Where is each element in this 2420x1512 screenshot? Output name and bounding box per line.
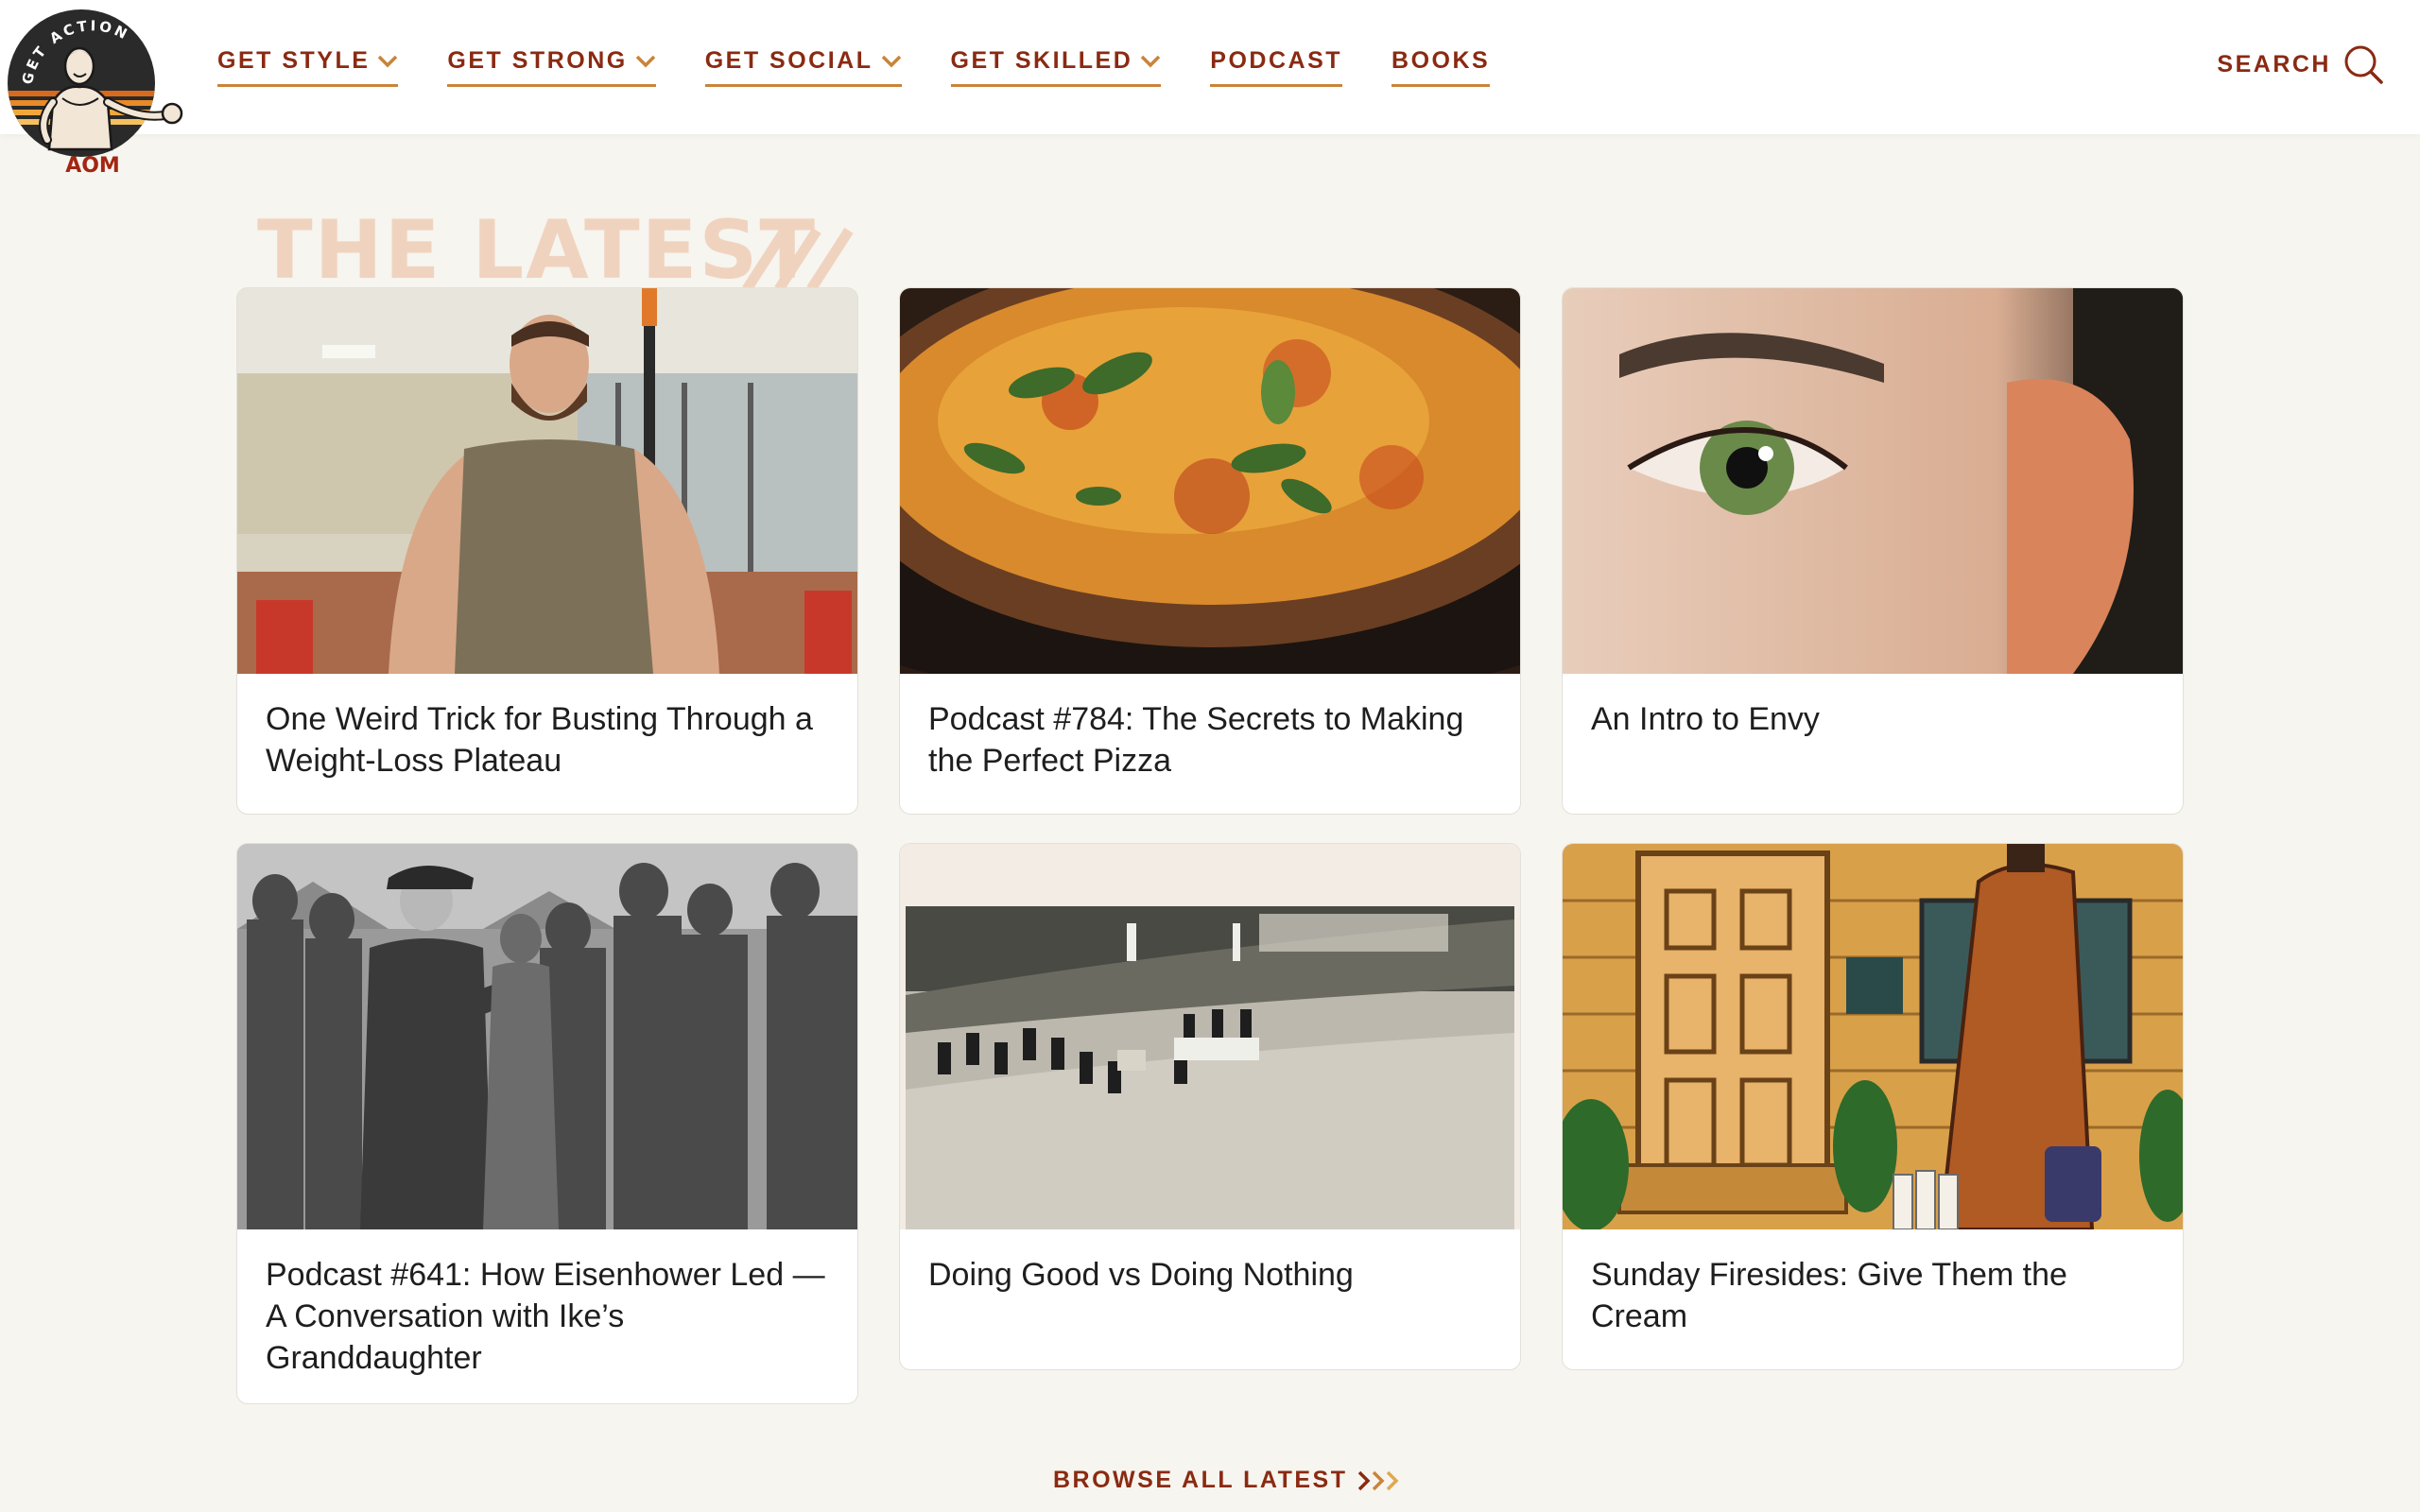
site-header: GET STYLE GET STRONG GET SOCIAL GET SKIL…: [0, 0, 2420, 134]
chevron-down-icon: [635, 55, 655, 67]
nav-label: BOOKS: [1392, 47, 1491, 74]
triple-chevron-right-icon: [1358, 1470, 1399, 1490]
section-title: THE LATEST: [257, 203, 818, 298]
main-nav: GET STYLE GET STRONG GET SOCIAL GET SKIL…: [217, 0, 1491, 134]
nav-podcast[interactable]: PODCAST: [1210, 47, 1343, 87]
chevron-down-icon: [378, 55, 398, 67]
logo-wordmark: AOM: [65, 154, 120, 178]
article-image-gym: [237, 288, 857, 674]
article-image-illustration: [1563, 844, 2183, 1229]
article-title: Doing Good vs Doing Nothing: [928, 1257, 1354, 1293]
article-image-eisenhower: [237, 844, 857, 1229]
nav-label: GET SOCIAL: [704, 47, 873, 74]
article-title: One Weird Trick for Busting Through a We…: [266, 701, 813, 779]
browse-all-link[interactable]: BROWSE ALL LATEST: [1053, 1467, 1404, 1494]
article-title: Podcast #641: How Eisenhower Led — A Con…: [266, 1257, 825, 1376]
article-title: Sunday Firesides: Give Them the Cream: [1591, 1257, 2067, 1334]
nav-get-skilled[interactable]: GET SKILLED: [950, 47, 1162, 87]
nav-label: GET STRONG: [447, 47, 628, 74]
article-image-eye: [1563, 288, 2183, 674]
article-title: An Intro to Envy: [1591, 701, 1820, 737]
slash-decoration-icon: [742, 228, 854, 291]
article-card[interactable]: Podcast #641: How Eisenhower Led — A Con…: [236, 843, 858, 1404]
aom-logo-icon: GET ACTION AOM: [8, 9, 183, 178]
nav-get-style[interactable]: GET STYLE: [217, 47, 399, 87]
article-card[interactable]: Podcast #784: The Secrets to Making the …: [899, 287, 1521, 815]
article-card[interactable]: Sunday Firesides: Give Them the Cream: [1562, 843, 2184, 1370]
search-button[interactable]: SEARCH: [2217, 43, 2384, 85]
nav-get-strong[interactable]: GET STRONG: [447, 47, 656, 87]
article-card[interactable]: Doing Good vs Doing Nothing: [899, 843, 1521, 1370]
article-card[interactable]: One Weird Trick for Busting Through a We…: [236, 287, 858, 815]
article-title: Podcast #784: The Secrets to Making the …: [928, 701, 1464, 779]
chevron-down-icon: [881, 55, 901, 67]
article-image-pizza: [900, 288, 1520, 674]
site-logo[interactable]: GET ACTION AOM: [6, 8, 195, 178]
search-label: SEARCH: [2217, 50, 2331, 77]
nav-label: GET STYLE: [217, 47, 371, 74]
nav-books[interactable]: BOOKS: [1392, 47, 1491, 87]
nav-label: GET SKILLED: [950, 47, 1133, 74]
article-image-procession: [900, 844, 1520, 1229]
browse-label: BROWSE ALL LATEST: [1053, 1467, 1348, 1493]
chevron-down-icon: [1141, 55, 1161, 67]
search-icon: [2344, 45, 2383, 84]
nav-get-social[interactable]: GET SOCIAL: [704, 47, 902, 87]
article-card[interactable]: An Intro to Envy: [1562, 287, 2184, 815]
nav-label: PODCAST: [1210, 47, 1343, 74]
